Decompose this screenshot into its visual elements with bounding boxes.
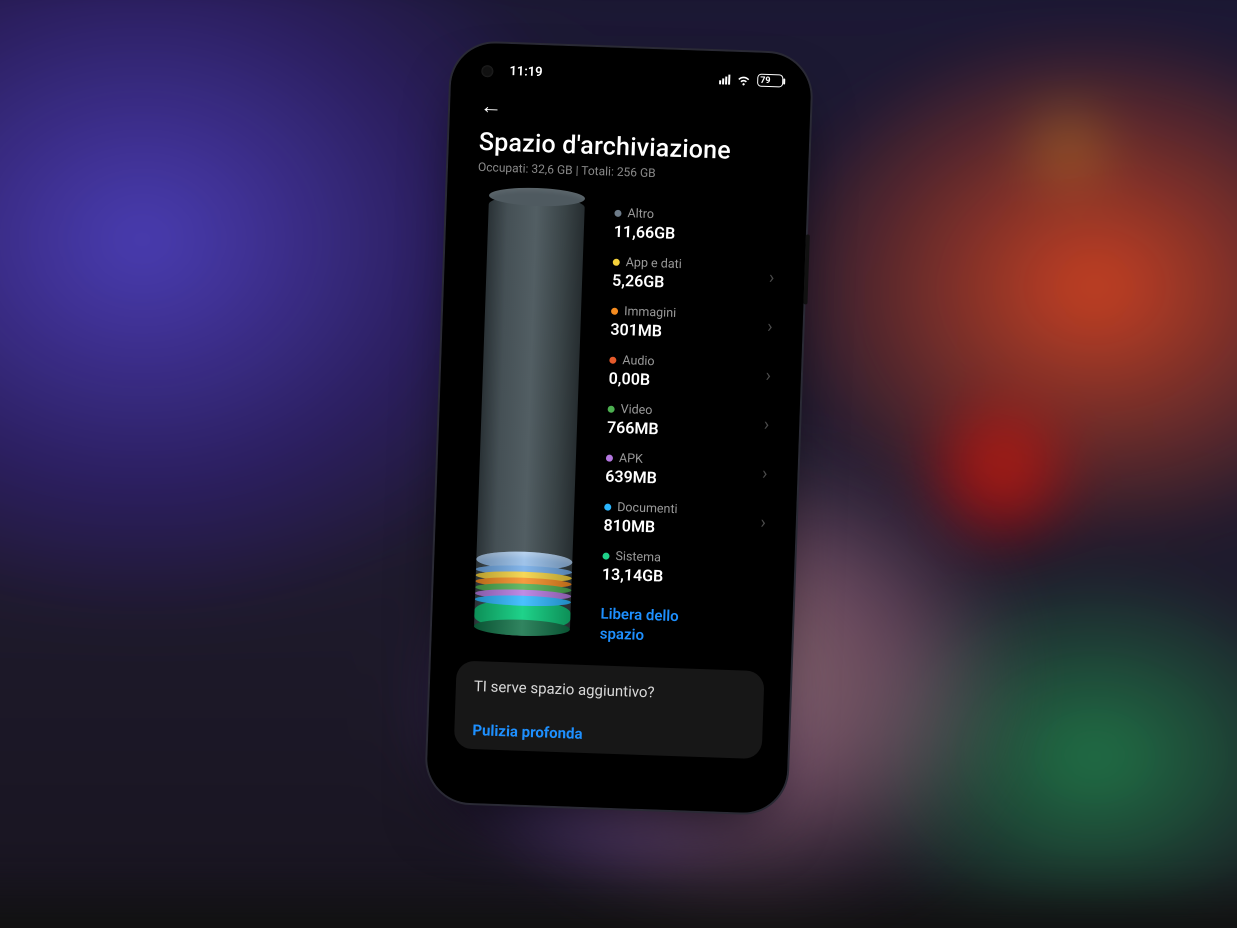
extra-space-card[interactable]: TI serve spazio aggiuntivo? Pulizia prof… xyxy=(453,660,764,759)
chevron-right-icon: › xyxy=(759,413,769,434)
chevron-right-icon: › xyxy=(762,315,772,336)
legend-item-immagini[interactable]: Immagini301MB› xyxy=(609,296,773,351)
signal-icon xyxy=(719,73,730,83)
chevron-right-icon: › xyxy=(761,364,771,385)
back-icon[interactable]: ← xyxy=(479,93,502,119)
deep-clean-link[interactable]: Pulizia profonda xyxy=(472,721,744,748)
extra-space-title: TI serve spazio aggiuntivo? xyxy=(473,677,745,704)
wifi-icon xyxy=(736,73,751,86)
battery-level: 79 xyxy=(760,75,771,85)
phone-frame: 11:19 79 ← Spazio d'archiviazione Occupa… xyxy=(425,41,811,813)
storage-legend: Altro11,66GBApp e dati5,26GB›Immagini301… xyxy=(599,198,776,648)
legend-item-app-e-dati[interactable]: App e dati5,26GB› xyxy=(611,247,775,302)
legend-item-altro: Altro11,66GB xyxy=(613,198,777,253)
legend-item-sistema: Sistema13,14GB xyxy=(601,541,765,596)
legend-dot-icon xyxy=(614,209,621,216)
chevron-right-icon: › xyxy=(764,267,774,288)
legend-item-documenti[interactable]: Documenti810MB› xyxy=(603,492,767,547)
legend-dot-icon xyxy=(610,307,617,314)
free-space-link[interactable]: Libera dello spazio xyxy=(599,604,710,647)
chevron-right-icon: › xyxy=(757,462,767,483)
storage-cylinder-chart xyxy=(461,193,596,642)
punch-hole-camera xyxy=(481,64,493,76)
status-time: 11:19 xyxy=(509,63,543,79)
legend-dot-icon xyxy=(605,454,612,461)
legend-item-apk[interactable]: APK639MB› xyxy=(604,443,768,498)
chevron-right-icon: › xyxy=(756,511,766,532)
legend-item-video[interactable]: Video766MB› xyxy=(606,394,770,449)
phone-screen: 11:19 79 ← Spazio d'archiviazione Occupa… xyxy=(436,52,802,803)
legend-dot-icon xyxy=(607,405,614,412)
legend-dot-icon xyxy=(612,258,619,265)
legend-dot-icon xyxy=(604,503,611,510)
legend-item-audio[interactable]: Audio0,00B› xyxy=(608,345,772,400)
status-right: 79 xyxy=(719,72,783,87)
legend-dot-icon xyxy=(609,356,616,363)
legend-dot-icon xyxy=(602,552,609,559)
battery-icon: 79 xyxy=(756,73,782,87)
